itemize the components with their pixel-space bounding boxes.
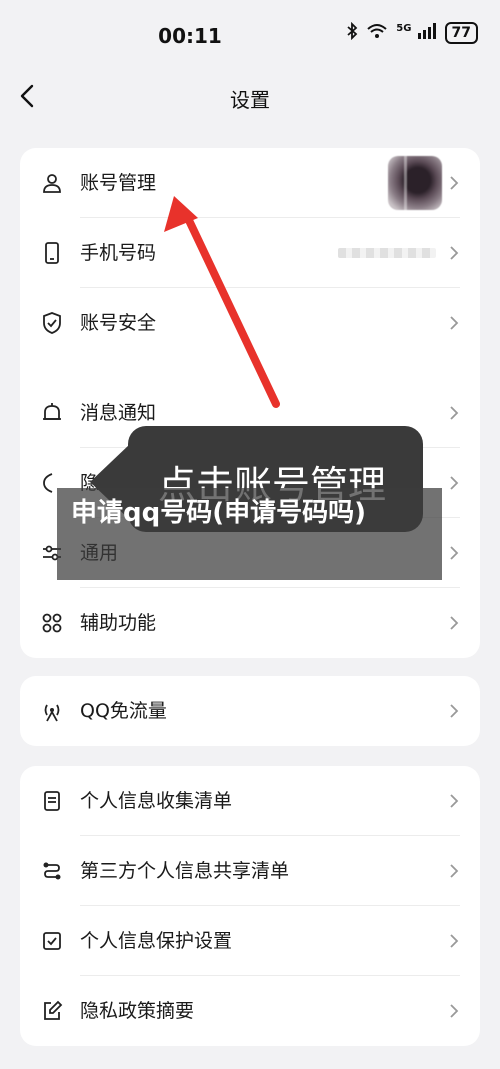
settings-item-label: 个人信息收集清单 (80, 790, 233, 812)
settings-item-info-protection-settings[interactable]: 个人信息保护设置 (20, 906, 480, 976)
chevron-right-icon (450, 246, 459, 260)
status-time: 00:11 (158, 24, 222, 48)
chevron-right-icon (450, 616, 459, 630)
chevron-right-icon (450, 176, 459, 190)
settings-item-info-collection-list[interactable]: 个人信息收集清单 (20, 766, 480, 836)
caption-banner: 申请qq号码(申请号码吗) (57, 488, 442, 580)
chevron-right-icon (450, 546, 459, 560)
settings-item-label: 账号安全 (80, 312, 157, 334)
settings-card-account: 账号管理 手机号码 账号安全 消息通知 隐私 通用 辅助功能 (20, 148, 480, 658)
chevron-right-icon (450, 864, 459, 878)
settings-item-label: 辅助功能 (80, 612, 157, 634)
chevron-right-icon (450, 704, 459, 718)
settings-item-label: 手机号码 (80, 242, 157, 264)
settings-item-label: 账号管理 (80, 172, 157, 194)
person-icon (43, 174, 61, 193)
cellular-icon: 5G (396, 23, 436, 43)
settings-item-accessibility[interactable]: 辅助功能 (20, 588, 480, 658)
chevron-right-icon (450, 406, 459, 420)
grid-icon (42, 613, 62, 633)
settings-item-label: QQ免流量 (80, 700, 167, 722)
settings-item-label: 个人信息保护设置 (80, 930, 233, 952)
share-icon (43, 862, 61, 880)
chevron-right-icon (450, 476, 459, 490)
settings-item-privacy-policy-summary[interactable]: 隐私政策摘要 (20, 976, 480, 1046)
checkbox-icon (43, 932, 61, 950)
settings-item-third-party-sharing-list[interactable]: 第三方个人信息共享清单 (20, 836, 480, 906)
caption-text: 申请qq号码(申请号码吗) (71, 498, 366, 528)
settings-card-personal-info: 个人信息收集清单 第三方个人信息共享清单 个人信息保护设置 隐私政策摘要 (20, 766, 480, 1046)
network-type: 5G (396, 23, 412, 34)
chevron-right-icon (450, 934, 459, 948)
status-bar: 00:11 5G 77 (0, 0, 500, 72)
battery-indicator: 77 (444, 22, 478, 44)
signal-icon (44, 704, 60, 722)
nav-bar: 设置 (0, 72, 500, 122)
shield-icon (43, 312, 61, 334)
edit-icon (44, 1000, 63, 1020)
avatar (388, 156, 442, 210)
settings-item-phone-number[interactable]: 手机号码 (20, 218, 480, 288)
settings-item-qq-free-data[interactable]: QQ免流量 (20, 676, 480, 746)
phone-icon (45, 242, 59, 264)
bell-icon (43, 403, 61, 420)
chevron-right-icon (450, 316, 459, 330)
chevron-right-icon (450, 1004, 459, 1018)
wifi-icon (366, 22, 388, 44)
bluetooth-icon (346, 21, 358, 44)
settings-card-data: QQ免流量 (20, 676, 480, 746)
settings-item-account-security[interactable]: 账号安全 (20, 288, 480, 358)
page-title: 设置 (230, 88, 270, 112)
status-icons: 5G 77 (346, 21, 478, 44)
phone-number-redacted (338, 248, 436, 258)
chevron-right-icon (450, 794, 459, 808)
settings-item-account-management[interactable]: 账号管理 (20, 148, 480, 218)
document-icon (44, 791, 60, 811)
settings-item-label: 隐私政策摘要 (80, 1000, 195, 1022)
settings-item-label: 第三方个人信息共享清单 (80, 860, 290, 882)
